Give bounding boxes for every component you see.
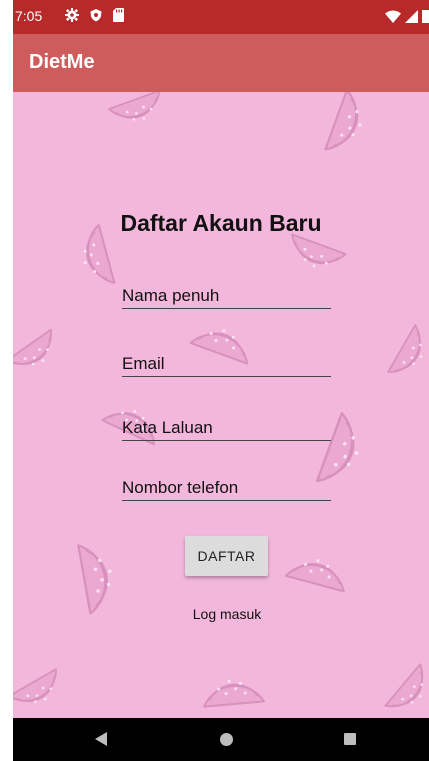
sd-card-icon — [113, 8, 124, 22]
status-bar: 7:05 — [13, 0, 429, 34]
register-button[interactable]: DAFTAR — [185, 536, 268, 576]
app-title: DietMe — [29, 51, 95, 73]
status-time: 7:05 — [15, 8, 43, 24]
watermelon-background-pattern — [13, 92, 429, 718]
status-system-icons — [385, 9, 429, 23]
status-notification-icons — [65, 8, 124, 22]
home-icon[interactable] — [220, 733, 233, 746]
registration-screen: Daftar Akaun Baru DAFTAR Log masuk — [13, 92, 429, 718]
app-bar: DietMe — [13, 34, 429, 92]
password-field[interactable] — [122, 418, 331, 441]
phone-number-field[interactable] — [122, 478, 331, 501]
recents-icon[interactable] — [344, 733, 356, 745]
phone-screen: 7:05 DietMe Daftar Akaun Baru Nama penuh… — [13, 0, 429, 761]
shield-icon — [90, 9, 102, 22]
battery-icon — [422, 10, 429, 23]
back-icon[interactable] — [95, 732, 107, 746]
login-link[interactable]: Log masuk — [13, 606, 429, 622]
settings-icon — [65, 8, 79, 22]
full-name-field[interactable] — [122, 286, 331, 309]
navigation-bar — [13, 718, 429, 761]
signal-icon — [405, 9, 418, 23]
form-title: Daftar Akaun Baru — [120, 210, 322, 236]
email-field[interactable] — [122, 354, 331, 377]
wifi-icon — [385, 10, 401, 23]
